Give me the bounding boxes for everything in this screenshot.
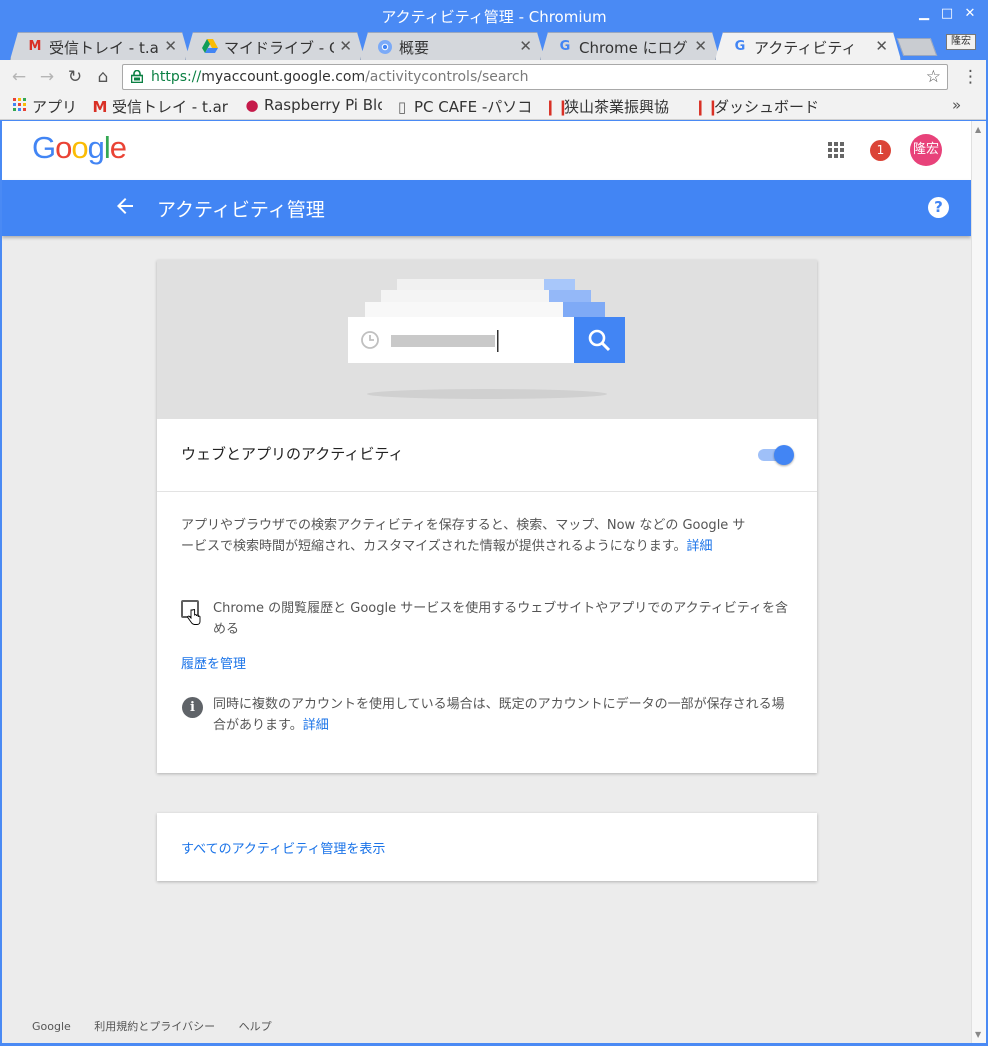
window-title: アクティビティ管理 - Chromium <box>381 8 607 26</box>
google-header: Google 1 隆宏 <box>2 121 971 180</box>
page-icon: ▯ <box>397 98 407 116</box>
tab-activity[interactable]: G アクティビティ ✕ <box>715 32 901 60</box>
url-scheme: https:// <box>151 69 202 85</box>
window-titlebar: アクティビティ管理 - Chromium ▁ □ ✕ <box>0 0 988 32</box>
page-content: Google 1 隆宏 アクティビティ管理 ? ウェブとアプリのアクティビティ … <box>2 121 971 1043</box>
footer-help[interactable]: ヘルプ <box>239 1020 272 1033</box>
forward-icon[interactable]: → <box>37 67 57 87</box>
page-footer: Google 利用規約とプライバシー ヘルプ <box>32 1018 292 1034</box>
tab-label: 受信トレイ - t.ar <box>49 39 159 57</box>
back-arrow-icon[interactable] <box>113 194 137 218</box>
page-header-bar: アクティビティ管理 ? <box>2 180 971 236</box>
activity-card: ウェブとアプリのアクティビティ アプリやブラウザでの検索アクティビティを保存する… <box>157 260 817 773</box>
gmail-icon: M <box>28 39 42 54</box>
all-controls-card: すべてのアクティビティ管理を表示 <box>157 813 817 881</box>
close-tab-icon[interactable]: ✕ <box>875 37 888 55</box>
profile-chip[interactable]: 隆宏 <box>946 34 976 50</box>
hand-cursor-icon <box>187 609 201 625</box>
bookmarks-bar: アプリ M 受信トレイ - t.ar ● Raspberry Pi Blo ▯ PC … <box>0 94 988 120</box>
lock-icon <box>131 70 143 83</box>
info-learn-more-link[interactable]: 詳細 <box>303 718 329 733</box>
tab-drive[interactable]: マイドライブ - G ✕ <box>185 32 365 60</box>
bookmark-label: PC CAFE -パソコ <box>414 98 530 116</box>
scroll-up-icon[interactable]: ▲ <box>975 125 981 134</box>
bookmark-sayama-tea[interactable]: ❙❙狭山茶業振興協 <box>544 96 680 118</box>
tab-label: マイドライブ - G <box>224 39 334 57</box>
bookmark-label: 受信トレイ - t.ar <box>112 98 228 116</box>
url-host: myaccount.google.com <box>201 69 366 85</box>
new-tab-button[interactable] <box>896 38 938 56</box>
google-icon: G <box>734 39 746 54</box>
scroll-down-icon[interactable]: ▼ <box>975 1030 981 1039</box>
minimize-icon[interactable]: ▁ <box>917 6 931 22</box>
checkbox-label: Chrome の閲覧履歴と Google サービスを使用するウェブサイトやアプリ… <box>213 601 789 637</box>
red-bars-icon: ❙❙ <box>694 98 720 116</box>
show-all-controls-link[interactable]: すべてのアクティビティ管理を表示 <box>181 838 385 857</box>
bookmark-raspberry-pi[interactable]: ● Raspberry Pi Blo <box>244 96 382 118</box>
google-icon: G <box>559 39 571 54</box>
footer-terms-privacy[interactable]: 利用規約とプライバシー <box>94 1020 215 1033</box>
tab-gmail[interactable]: M 受信トレイ - t.ar ✕ <box>10 32 190 60</box>
tab-strip: M 受信トレイ - t.ar ✕ マイドライブ - G ✕ 概要 ✕ G Chr… <box>0 32 988 60</box>
drive-icon <box>202 39 218 55</box>
page-scrollbar[interactable]: ▲ ▼ <box>971 121 986 1043</box>
tab-chrome-login[interactable]: G Chrome にログイ ✕ <box>540 32 720 60</box>
google-apps-icon[interactable] <box>828 142 844 158</box>
bookmark-label: アプリ <box>32 98 78 116</box>
close-tab-icon[interactable]: ✕ <box>694 37 707 55</box>
apps-grid-icon <box>12 98 28 116</box>
raspberry-icon: ● <box>245 96 259 114</box>
close-tab-icon[interactable]: ✕ <box>339 37 352 55</box>
info-note-text: 同時に複数のアカウントを使用している場合は、既定のアカウントにデータの一部が保存… <box>213 697 785 733</box>
bookmark-star-icon[interactable]: ☆ <box>926 67 941 87</box>
avatar[interactable]: 隆宏 <box>910 134 942 166</box>
bookmark-dashboard[interactable]: ❙❙ダッシュボード <box>694 96 830 118</box>
bookmarks-overflow-icon[interactable]: » <box>952 96 961 114</box>
section-title: ウェブとアプリのアクティビティ <box>181 445 404 463</box>
page-title: アクティビティ管理 <box>157 199 325 221</box>
google-logo[interactable]: Google <box>32 130 127 166</box>
activity-toggle[interactable] <box>758 443 794 465</box>
chromium-icon <box>377 39 393 55</box>
tab-label: 概要 <box>399 39 430 57</box>
close-window-icon[interactable]: ✕ <box>963 6 977 22</box>
address-bar[interactable]: https://myaccount.google.com/activitycon… <box>122 64 948 90</box>
learn-more-link[interactable]: 詳細 <box>686 539 712 554</box>
browser-toolbar: ← → ↻ ⌂ https://myaccount.google.com/act… <box>0 60 988 94</box>
url-text: https://myaccount.google.com/activitycon… <box>151 69 528 85</box>
close-tab-icon[interactable]: ✕ <box>164 37 177 55</box>
web-app-activity-row: ウェブとアプリのアクティビティ <box>157 419 817 492</box>
bookmark-label: 狭山茶業振興協 <box>564 98 670 116</box>
footer-google[interactable]: Google <box>32 1020 71 1033</box>
reload-icon[interactable]: ↻ <box>65 67 85 87</box>
tab-label: Chrome にログイ <box>579 39 688 57</box>
menu-dots-icon[interactable]: ⋮ <box>962 67 979 87</box>
bookmark-apps[interactable]: アプリ <box>12 96 77 118</box>
bookmark-label: ダッシュボード <box>714 98 820 116</box>
description-text: アプリやブラウザでの検索アクティビティを保存すると、検索、マップ、Now などの… <box>181 518 746 554</box>
home-icon[interactable]: ⌂ <box>93 67 113 87</box>
search-illustration <box>157 260 817 419</box>
url-path: /activitycontrols/search <box>365 69 529 85</box>
back-icon[interactable]: ← <box>9 67 29 87</box>
bookmark-pc-cafe[interactable]: ▯ PC CAFE -パソコ <box>394 96 530 118</box>
bookmark-label: Raspberry Pi Blo <box>264 96 382 114</box>
close-tab-icon[interactable]: ✕ <box>519 37 532 55</box>
tab-label: アクティビティ <box>754 39 857 57</box>
red-bars-icon: ❙❙ <box>544 98 570 116</box>
info-icon: i <box>182 697 203 718</box>
activity-description: アプリやブラウザでの検索アクティビティを保存すると、検索、マップ、Now などの… <box>181 516 747 557</box>
toggle-knob <box>774 445 794 465</box>
manage-history-link[interactable]: 履歴を管理 <box>181 653 246 672</box>
info-note: 同時に複数のアカウントを使用している場合は、既定のアカウントにデータの一部が保存… <box>213 695 793 736</box>
tab-overview[interactable]: 概要 ✕ <box>360 32 545 60</box>
help-icon[interactable]: ? <box>928 197 949 218</box>
gmail-icon: M <box>92 98 108 116</box>
maximize-icon[interactable]: □ <box>940 6 954 22</box>
bookmark-gmail[interactable]: M 受信トレイ - t.ar <box>92 96 230 118</box>
notification-badge[interactable]: 1 <box>870 140 891 161</box>
